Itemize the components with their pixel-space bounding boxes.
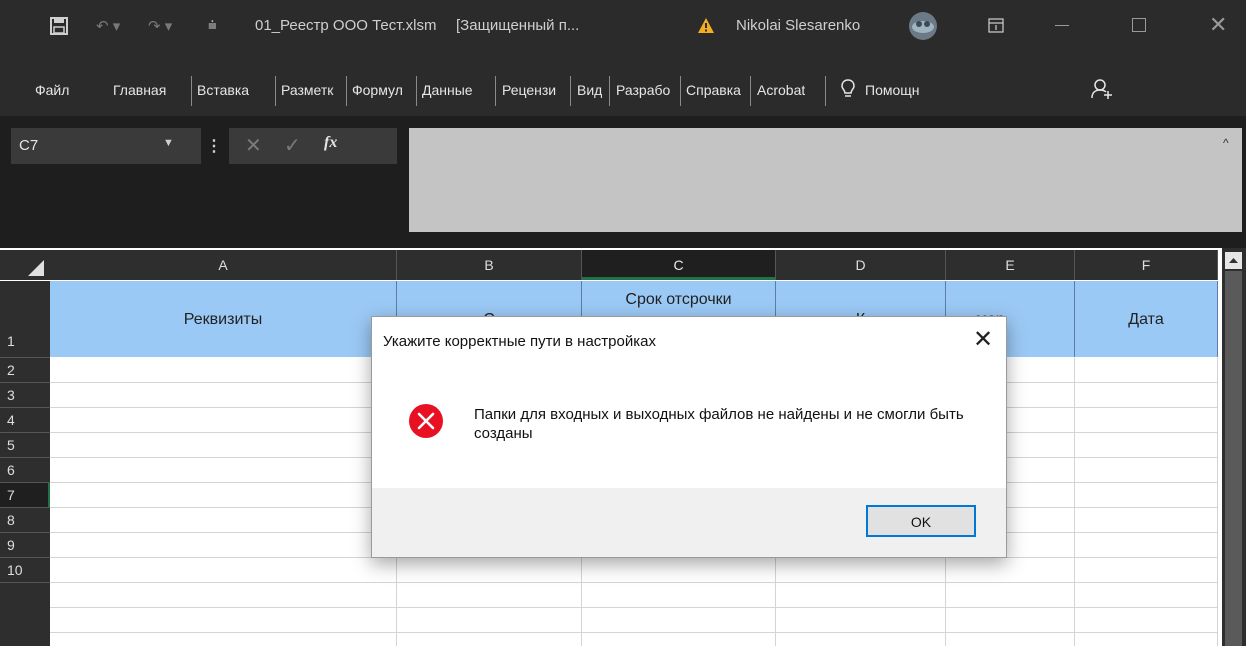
row-header-3[interactable]: 3	[0, 383, 50, 408]
cancel-icon[interactable]: ✕	[245, 133, 262, 158]
tab-page-layout[interactable]: Разметк	[281, 82, 345, 98]
error-icon	[409, 404, 443, 438]
ok-button[interactable]: OK	[866, 505, 976, 537]
maximize-icon[interactable]	[1132, 18, 1146, 32]
ribbon-display-options-icon[interactable]	[988, 18, 1004, 33]
minimize-icon[interactable]	[1055, 25, 1069, 26]
error-dialog: Укажите корректные пути в настройках ✕ П…	[371, 316, 1007, 558]
user-name[interactable]: Nikolai Slesarenko	[736, 17, 860, 34]
more-options-icon[interactable]: ⋮	[206, 136, 222, 156]
customize-toolbar-icon[interactable]: ⩧	[208, 17, 217, 34]
protected-view-label: [Защищенный п...	[456, 17, 580, 34]
column-header-b[interactable]: B	[397, 250, 582, 280]
insert-function-icon[interactable]: fx	[324, 134, 337, 152]
row-header-4[interactable]: 4	[0, 408, 50, 433]
column-header-a[interactable]: A	[50, 250, 397, 280]
ribbon-tabs: Файл Главная Вставка Разметк Формул Данн…	[0, 52, 1246, 116]
column-header-f[interactable]: F	[1075, 250, 1218, 280]
name-box[interactable]: C7 ▼	[11, 128, 201, 164]
close-icon: ✕	[972, 326, 994, 353]
row-header-10[interactable]: 10	[0, 558, 50, 583]
tab-file[interactable]: Файл	[35, 82, 69, 98]
undo-icon[interactable]: ↶ ▾	[96, 17, 120, 35]
dialog-close-button[interactable]: ✕	[968, 325, 998, 355]
formula-buttons: ✕ ✓ fx	[229, 128, 397, 164]
file-name: 01_Реестр ООО Тест.xlsm	[255, 17, 437, 34]
dialog-message: Папки для входных и выходных файлов не н…	[474, 406, 964, 442]
tab-review[interactable]: Рецензи	[502, 82, 568, 98]
chevron-down-icon[interactable]: ▼	[163, 137, 174, 149]
column-header-d[interactable]: D	[776, 250, 946, 280]
tab-view[interactable]: Вид	[577, 82, 602, 98]
tab-developer[interactable]: Разрабо	[616, 82, 678, 98]
dialog-title: Укажите корректные пути в настройках	[383, 333, 656, 350]
warning-icon	[698, 18, 714, 33]
redo-icon[interactable]: ↷ ▾	[148, 17, 172, 35]
avatar[interactable]	[908, 11, 938, 41]
row-header-8[interactable]: 8	[0, 508, 50, 533]
tab-home[interactable]: Главная	[113, 82, 166, 98]
row-header-2[interactable]: 2	[0, 358, 50, 383]
header-cell-f[interactable]: Дата	[1075, 281, 1218, 357]
row-header-6[interactable]: 6	[0, 458, 50, 483]
scroll-up-button[interactable]	[1225, 252, 1242, 269]
scroll-thumb[interactable]	[1225, 271, 1242, 646]
vertical-scrollbar[interactable]	[1222, 248, 1246, 646]
row-header-9[interactable]: 9	[0, 533, 50, 558]
name-box-value: C7	[19, 137, 39, 154]
save-icon[interactable]	[50, 17, 68, 35]
row-header-7[interactable]: 7	[0, 483, 50, 508]
column-header-e[interactable]: E	[946, 250, 1075, 280]
close-window-icon[interactable]: ✕	[1209, 12, 1227, 38]
collapse-formula-bar-icon[interactable]: ^	[1223, 136, 1229, 150]
chevron-up-icon	[1229, 258, 1238, 263]
tab-formulas[interactable]: Формул	[352, 82, 414, 98]
share-icon[interactable]	[1091, 78, 1113, 100]
row-header-5[interactable]: 5	[0, 433, 50, 458]
select-all-button[interactable]	[0, 250, 50, 280]
tab-help[interactable]: Справка	[686, 82, 748, 98]
tab-acrobat[interactable]: Acrobat	[757, 82, 805, 98]
lightbulb-icon[interactable]	[840, 78, 856, 100]
enter-icon[interactable]: ✓	[284, 133, 301, 158]
row-header-1[interactable]: 1	[0, 281, 50, 358]
title-bar: ↶ ▾ ↷ ▾ ⩧ 01_Реестр ООО Тест.xlsm [Защищ…	[0, 0, 1246, 52]
formula-bar[interactable]: ^	[409, 128, 1242, 232]
tab-insert[interactable]: Вставка	[197, 82, 249, 98]
tab-data[interactable]: Данные	[422, 82, 473, 98]
column-header-c[interactable]: C	[582, 250, 776, 280]
header-cell-a[interactable]: Реквизиты	[50, 281, 397, 357]
select-all-icon	[28, 260, 44, 276]
tab-tell-me[interactable]: Помощн	[865, 82, 931, 98]
